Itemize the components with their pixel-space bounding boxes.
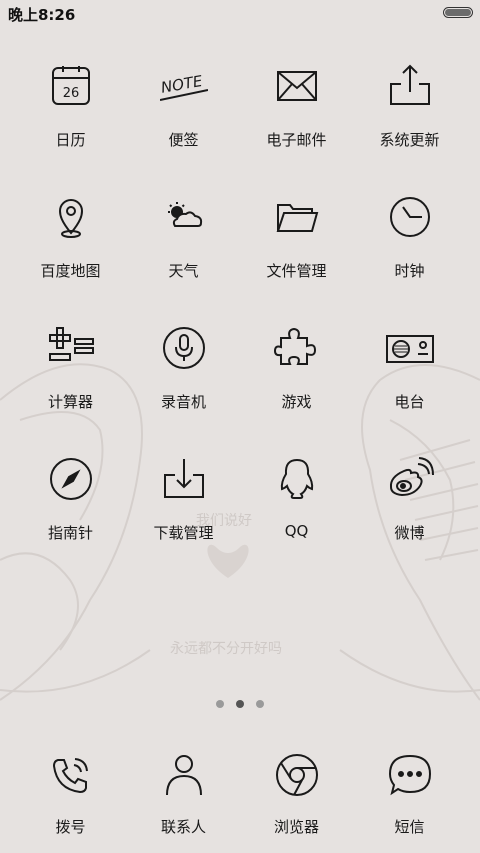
- app-baidu-map[interactable]: 百度地图: [14, 181, 127, 291]
- app-label: 计算器: [47, 393, 93, 411]
- mail-icon: [273, 62, 321, 110]
- page-dot-active[interactable]: [236, 700, 244, 708]
- upload-icon: [386, 62, 434, 110]
- app-browser[interactable]: 浏览器: [240, 739, 353, 849]
- app-file-manager[interactable]: 文件管理: [240, 181, 353, 291]
- app-note[interactable]: NOTE 便签: [127, 50, 240, 160]
- app-label: 游戏: [281, 393, 312, 411]
- page-dot[interactable]: [216, 700, 224, 708]
- app-dialer[interactable]: 拨号: [14, 739, 127, 849]
- app-weibo[interactable]: 微博: [353, 443, 466, 553]
- status-bar: 晚上8:26: [0, 0, 480, 26]
- app-email[interactable]: 电子邮件: [240, 50, 353, 160]
- map-pin-icon: [47, 193, 95, 241]
- contact-icon: [160, 751, 208, 799]
- message-icon: [386, 751, 434, 799]
- qq-penguin-icon: [273, 455, 321, 503]
- microphone-icon: [160, 324, 208, 372]
- app-calculator[interactable]: 计算器: [14, 312, 127, 422]
- page-indicator: [0, 700, 480, 710]
- note-icon: NOTE: [159, 62, 208, 110]
- battery-icon: [443, 7, 473, 18]
- app-recorder[interactable]: 录音机: [127, 312, 240, 422]
- app-label: 联系人: [160, 818, 206, 836]
- app-label: 拨号: [55, 818, 86, 836]
- app-radio[interactable]: 电台: [353, 312, 466, 422]
- wallpaper-text-bottom: 永远都不分开好吗: [170, 641, 282, 657]
- app-label: 日历: [55, 131, 86, 149]
- browser-icon: [273, 751, 321, 799]
- app-games[interactable]: 游戏: [240, 312, 353, 422]
- compass-icon: [47, 455, 95, 503]
- download-icon: [160, 455, 208, 503]
- app-clock[interactable]: 时钟: [353, 181, 466, 291]
- weather-icon: [160, 193, 208, 241]
- calculator-icon: [47, 324, 95, 372]
- app-label: 短信: [394, 818, 425, 836]
- app-weather[interactable]: 天气: [127, 181, 240, 291]
- radio-icon: [385, 324, 434, 372]
- weibo-icon: [386, 455, 434, 503]
- app-label: 浏览器: [273, 818, 319, 836]
- calendar-icon: 26: [47, 62, 95, 110]
- app-label: 录音机: [160, 393, 206, 411]
- status-time: 晚上8:26: [8, 6, 76, 24]
- app-label: 微博: [394, 524, 425, 542]
- app-download-manager[interactable]: 下载管理: [127, 443, 240, 553]
- app-label: 便签: [168, 131, 199, 149]
- folder-icon: [273, 193, 321, 241]
- app-compass[interactable]: 指南针: [14, 443, 127, 553]
- phone-icon: [47, 751, 95, 799]
- app-label: 电子邮件: [266, 131, 327, 149]
- clock-icon: [386, 193, 434, 241]
- app-messages[interactable]: 短信: [353, 739, 466, 849]
- app-label: 百度地图: [40, 262, 101, 280]
- page-dot[interactable]: [256, 700, 264, 708]
- app-label: 下载管理: [153, 524, 214, 542]
- puzzle-icon: [273, 324, 321, 372]
- app-label: 天气: [168, 262, 199, 280]
- app-label: QQ: [284, 522, 309, 540]
- app-label: 电台: [394, 393, 425, 411]
- app-qq[interactable]: QQ: [240, 443, 353, 553]
- app-label: 指南针: [47, 524, 93, 542]
- app-system-update[interactable]: 系统更新: [353, 50, 466, 160]
- app-contacts[interactable]: 联系人: [127, 739, 240, 849]
- app-label: 时钟: [394, 262, 425, 280]
- app-label: 文件管理: [266, 262, 327, 280]
- battery-level-fill: [445, 9, 471, 16]
- app-label: 系统更新: [379, 131, 440, 149]
- app-calendar[interactable]: 26 日历: [14, 50, 127, 160]
- calendar-day: 26: [62, 86, 79, 101]
